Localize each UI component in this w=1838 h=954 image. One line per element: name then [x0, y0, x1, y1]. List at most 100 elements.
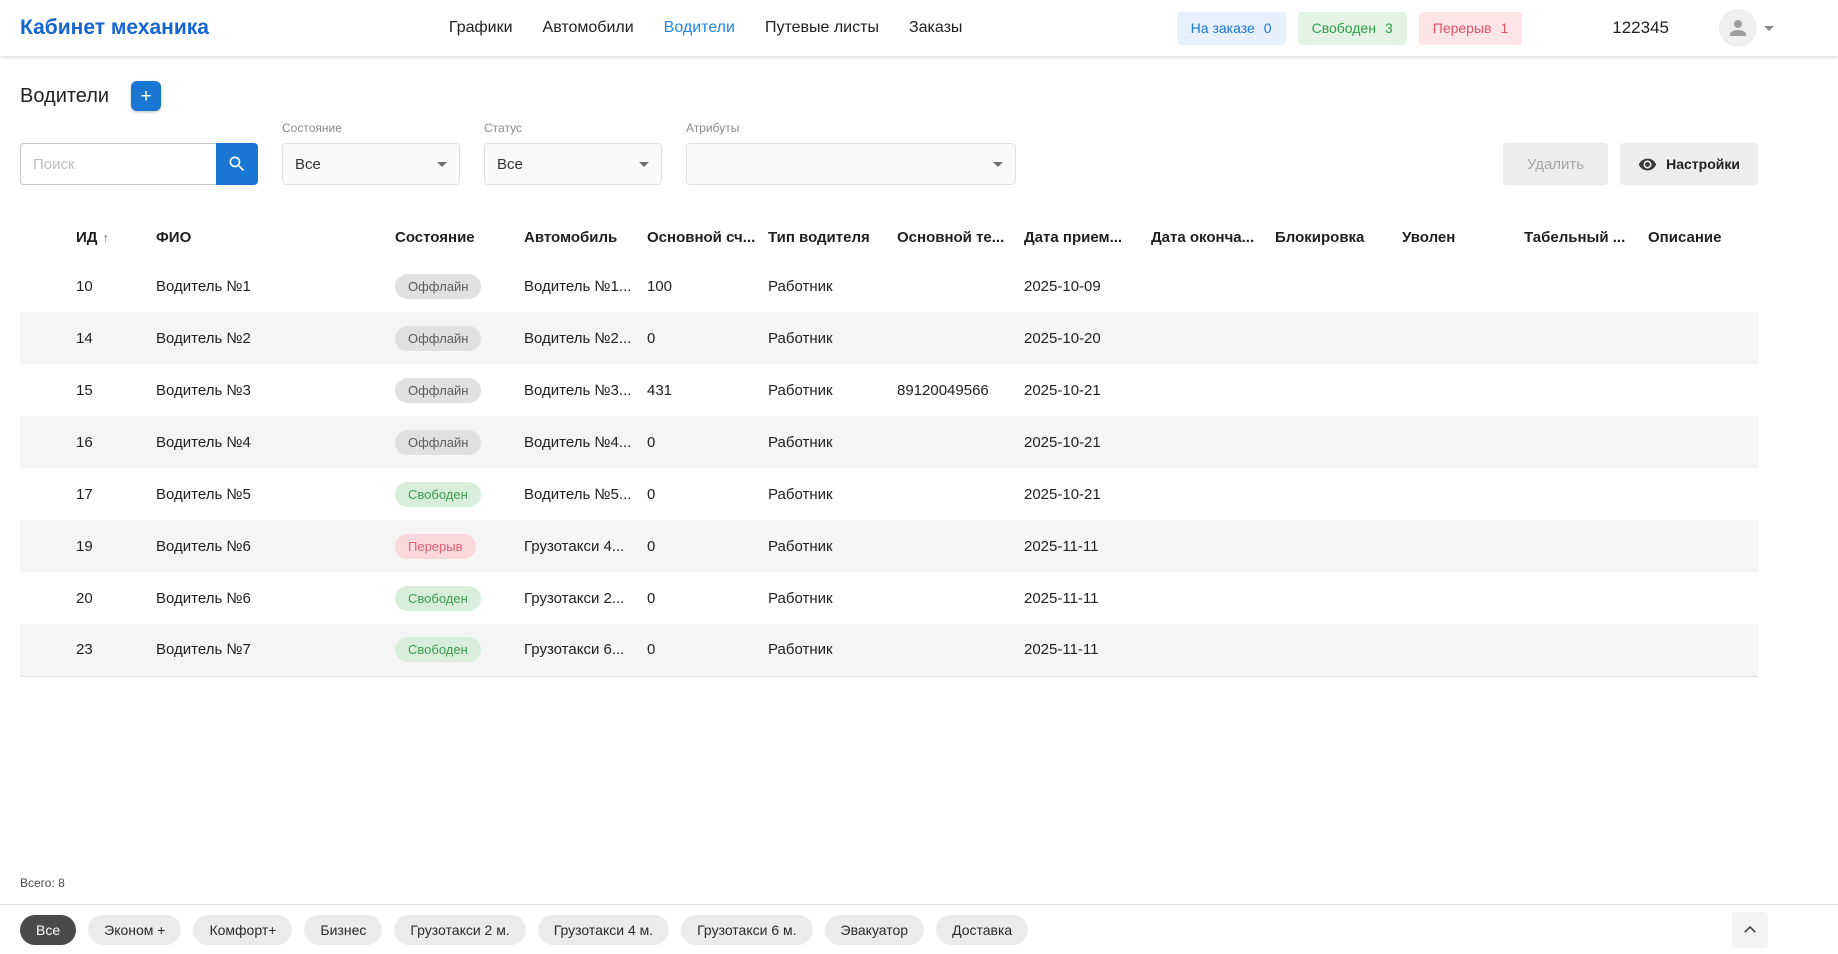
col-description[interactable]: Описание [1648, 213, 1758, 260]
chevron-down-icon [993, 162, 1003, 167]
search [20, 143, 258, 185]
state-badge: Оффлайн [395, 326, 481, 351]
search-input[interactable] [20, 143, 216, 185]
cell-fio: Водитель №6 [156, 572, 395, 624]
filter-attributes: Атрибуты [686, 121, 1016, 185]
status-badge-on-order-count: 0 [1264, 20, 1272, 36]
settings-button[interactable]: Настройки [1620, 143, 1758, 185]
nav-graphics[interactable]: Графики [449, 19, 513, 37]
table-row[interactable]: 10 Водитель №1 Оффлайн Водитель №1... 10… [20, 260, 1758, 312]
col-hire-date[interactable]: Дата прием... [1024, 213, 1151, 260]
nav-drivers[interactable]: Водители [664, 19, 735, 37]
cell-hire-date: 2025-10-21 [1024, 364, 1151, 416]
cell-fio: Водитель №1 [156, 260, 395, 312]
col-account[interactable]: Основной сч... [647, 213, 768, 260]
nav-waybills[interactable]: Путевые листы [765, 19, 879, 37]
filter-status: Статус Все [484, 121, 662, 185]
table-row[interactable]: 15 Водитель №3 Оффлайн Водитель №3... 43… [20, 364, 1758, 416]
chevron-down-icon [1764, 26, 1774, 31]
user-id: 122345 [1612, 18, 1669, 38]
state-badge: Оффлайн [395, 274, 481, 299]
sort-asc-icon: ↑ [102, 230, 109, 245]
vehicle-class-chip[interactable]: Эвакуатор [825, 915, 925, 945]
cell-car: Водитель №2... [524, 312, 647, 364]
chevron-down-icon [437, 162, 447, 167]
table-row[interactable]: 14 Водитель №2 Оффлайн Водитель №2... 0 … [20, 312, 1758, 364]
cell-description [1648, 572, 1758, 624]
toolbar-actions: Удалить Настройки [1503, 143, 1758, 185]
table-row[interactable]: 16 Водитель №4 Оффлайн Водитель №4... 0 … [20, 416, 1758, 468]
cell-hire-date: 2025-11-11 [1024, 572, 1151, 624]
cell-fio: Водитель №6 [156, 520, 395, 572]
cell-hire-date: 2025-10-20 [1024, 312, 1151, 364]
cell-tab-number [1524, 260, 1648, 312]
cell-tab-number [1524, 572, 1648, 624]
col-driver-type[interactable]: Тип водителя [768, 213, 897, 260]
filter-attributes-select[interactable] [686, 143, 1016, 185]
cell-account: 0 [647, 468, 768, 520]
cell-phone [897, 520, 1024, 572]
cell-driver-type: Работник [768, 364, 897, 416]
table-row[interactable]: 19 Водитель №6 Перерыв Грузотакси 4... 0… [20, 520, 1758, 572]
table-body: 10 Водитель №1 Оффлайн Водитель №1... 10… [20, 260, 1758, 676]
table-row[interactable]: 17 Водитель №5 Свободен Водитель №5... 0… [20, 468, 1758, 520]
nav-cars[interactable]: Автомобили [543, 19, 634, 37]
vehicle-class-chip[interactable]: Комфорт+ [193, 915, 292, 945]
col-tab-number[interactable]: Табельный ... [1524, 213, 1648, 260]
status-badge-on-order[interactable]: На заказе 0 [1177, 12, 1286, 45]
vehicle-class-chip[interactable]: Грузотакси 6 м. [681, 915, 812, 945]
col-car[interactable]: Автомобиль [524, 213, 647, 260]
col-fired[interactable]: Уволен [1402, 213, 1524, 260]
state-badge: Оффлайн [395, 430, 481, 455]
vehicle-class-chip[interactable]: Все [20, 915, 76, 945]
nav-orders[interactable]: Заказы [909, 19, 962, 37]
cell-tab-number [1524, 364, 1648, 416]
vehicle-class-chip[interactable]: Грузотакси 2 м. [394, 915, 525, 945]
collapse-button[interactable] [1732, 912, 1768, 948]
cell-fired [1402, 364, 1524, 416]
vehicle-class-chip[interactable]: Доставка [936, 915, 1028, 945]
cell-id: 16 [20, 416, 156, 468]
user-menu[interactable] [1719, 9, 1774, 47]
col-end-date[interactable]: Дата оконча... [1151, 213, 1275, 260]
status-badge-free[interactable]: Свободен 3 [1298, 12, 1407, 45]
cell-driver-type: Работник [768, 624, 897, 676]
table-header-row: ИД ↑ ФИО Состояние Автомобиль Основной сч… [20, 213, 1758, 260]
cell-driver-type: Работник [768, 260, 897, 312]
cell-description [1648, 312, 1758, 364]
vehicle-class-chip[interactable]: Грузотакси 4 м. [538, 915, 669, 945]
cell-fired [1402, 416, 1524, 468]
cell-fired [1402, 572, 1524, 624]
col-id[interactable]: ИД ↑ [20, 213, 156, 260]
search-button[interactable] [216, 143, 258, 185]
filter-state: Состояние Все [282, 121, 460, 185]
filter-state-select[interactable]: Все [282, 143, 460, 185]
cell-fio: Водитель №5 [156, 468, 395, 520]
table-row[interactable]: 23 Водитель №7 Свободен Грузотакси 6... … [20, 624, 1758, 676]
col-blocked[interactable]: Блокировка [1275, 213, 1402, 260]
cell-fired [1402, 260, 1524, 312]
add-driver-button[interactable]: + [131, 81, 161, 111]
cell-account: 0 [647, 624, 768, 676]
col-id-label: ИД [76, 229, 97, 246]
cell-id: 23 [20, 624, 156, 676]
vehicle-class-chip[interactable]: Бизнес [304, 915, 382, 945]
filter-status-select[interactable]: Все [484, 143, 662, 185]
cell-end-date [1151, 624, 1275, 676]
avatar[interactable] [1719, 9, 1757, 47]
status-badge-break[interactable]: Перерыв 1 [1419, 12, 1523, 45]
cell-driver-type: Работник [768, 312, 897, 364]
col-state[interactable]: Состояние [395, 213, 524, 260]
vehicle-class-chip[interactable]: Эконом + [88, 915, 181, 945]
cell-fired [1402, 312, 1524, 364]
state-badge: Оффлайн [395, 378, 481, 403]
table-row[interactable]: 20 Водитель №6 Свободен Грузотакси 2... … [20, 572, 1758, 624]
cell-end-date [1151, 416, 1275, 468]
drivers-table: ИД ↑ ФИО Состояние Автомобиль Основной сч… [20, 213, 1758, 677]
col-fio[interactable]: ФИО [156, 213, 395, 260]
cell-end-date [1151, 312, 1275, 364]
page-header: Водители + [20, 81, 1838, 111]
filter-status-value: Все [497, 156, 639, 173]
delete-button[interactable]: Удалить [1503, 143, 1608, 185]
col-phone[interactable]: Основной те... [897, 213, 1024, 260]
